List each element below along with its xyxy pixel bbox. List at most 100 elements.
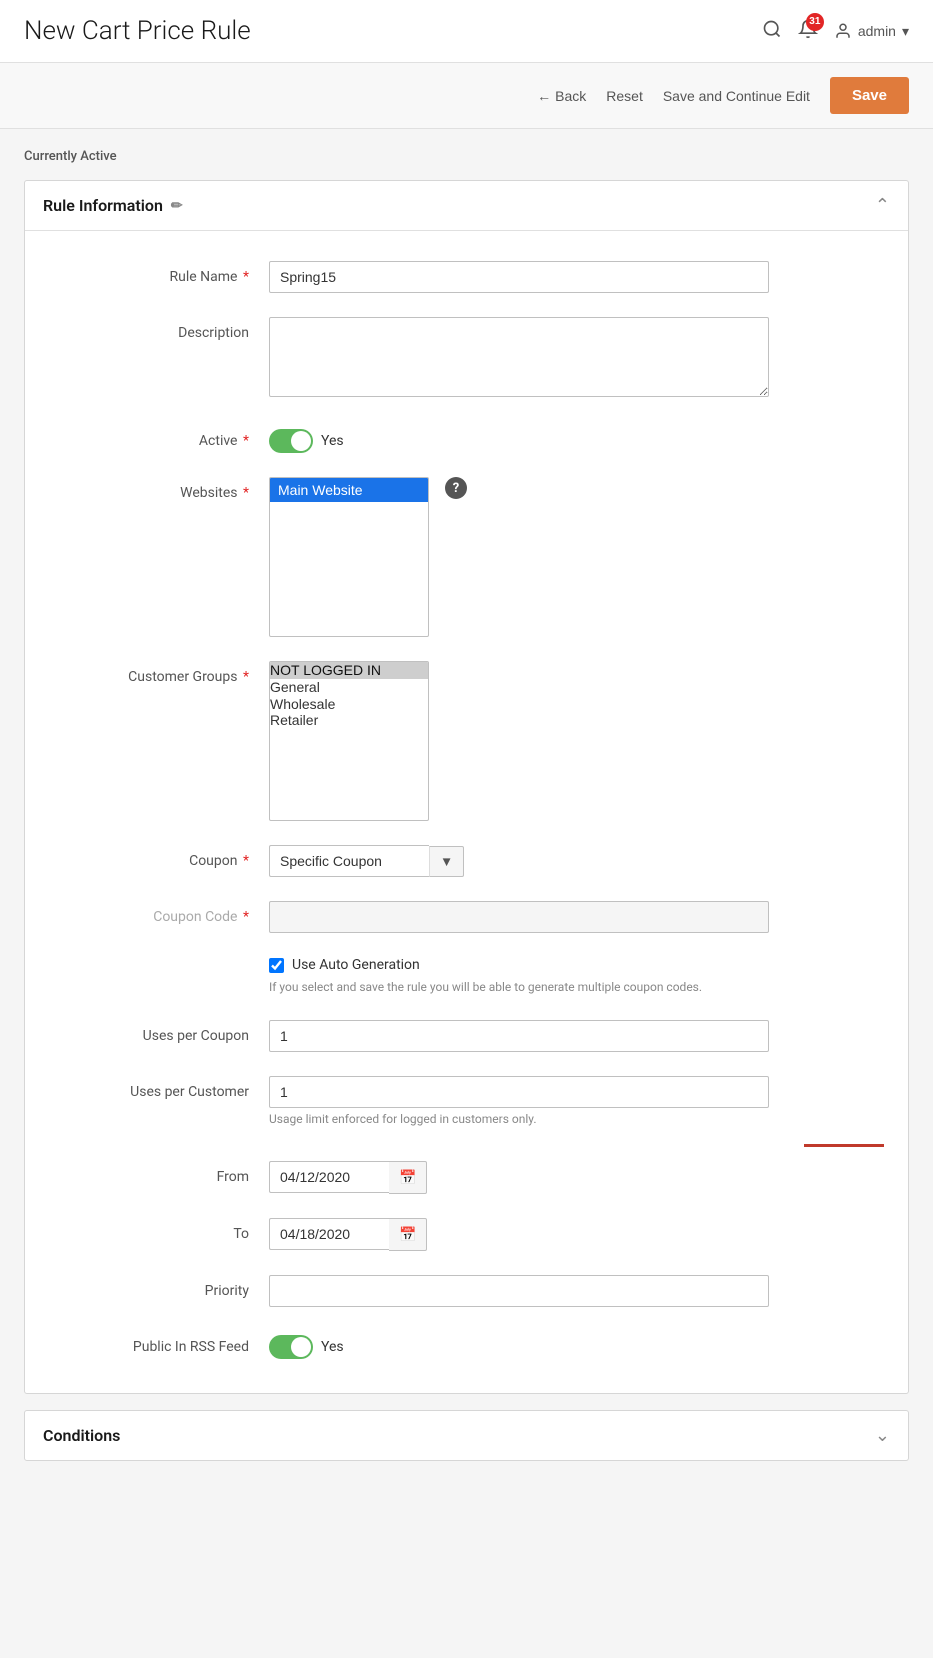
rule-name-control xyxy=(269,261,769,293)
status-bar: Currently Active xyxy=(24,149,909,164)
coupon-code-input[interactable] xyxy=(269,901,769,933)
uses-per-coupon-input[interactable] xyxy=(269,1020,769,1052)
to-control: 📅 xyxy=(269,1218,769,1251)
rule-name-required: * xyxy=(243,269,249,285)
auto-generation-control: Use Auto Generation If you select and sa… xyxy=(269,957,769,996)
active-toggle-wrap: Yes xyxy=(269,425,769,453)
description-control xyxy=(269,317,769,401)
conditions-header[interactable]: Conditions ⌄ xyxy=(25,1411,908,1460)
coupon-code-control xyxy=(269,901,769,933)
uses-per-customer-row: Uses per Customer Usage limit enforced f… xyxy=(25,1066,908,1136)
to-row: To 📅 xyxy=(25,1208,908,1261)
priority-label: Priority xyxy=(49,1275,269,1299)
to-date-input[interactable] xyxy=(269,1218,389,1250)
rss-toggle[interactable] xyxy=(269,1335,313,1359)
priority-input[interactable] xyxy=(269,1275,769,1307)
reset-button[interactable]: Reset xyxy=(606,88,643,104)
priority-row: Priority xyxy=(25,1265,908,1317)
user-dropdown-icon: ▾ xyxy=(902,23,909,40)
edit-icon[interactable]: ✏ xyxy=(171,198,183,214)
rss-label: Public In RSS Feed xyxy=(49,1331,269,1355)
usage-note: Usage limit enforced for logged in custo… xyxy=(269,1112,769,1126)
toggle-slider xyxy=(269,429,313,453)
uses-per-coupon-row: Uses per Coupon xyxy=(25,1010,908,1062)
form-body: Rule Name * Description Active xyxy=(25,231,908,1393)
description-textarea[interactable] xyxy=(269,317,769,397)
active-toggle[interactable] xyxy=(269,429,313,453)
from-calendar-button[interactable]: 📅 xyxy=(389,1161,427,1194)
page-title: New Cart Price Rule xyxy=(24,16,251,46)
search-button[interactable] xyxy=(762,19,782,44)
active-row: Active * Yes xyxy=(25,415,908,463)
websites-select[interactable]: Main Website xyxy=(269,477,429,637)
save-label: Save xyxy=(852,87,887,104)
coupon-row: Coupon * No Coupon Specific Coupon Auto … xyxy=(25,835,908,887)
status-text: Currently Active xyxy=(24,149,117,164)
save-continue-label: Save and Continue Edit xyxy=(663,88,810,104)
group-option-retailer: Retailer xyxy=(270,712,428,729)
rule-information-section: Rule Information ✏ ⌃ Rule Name * Descrip… xyxy=(24,180,909,1394)
coupon-select[interactable]: No Coupon Specific Coupon Auto xyxy=(269,845,429,877)
description-row: Description xyxy=(25,307,908,411)
websites-control: Main Website ? xyxy=(269,477,769,637)
collapse-icon[interactable]: ⌃ xyxy=(875,195,890,216)
group-option-not-logged-in: NOT LOGGED IN xyxy=(270,662,428,679)
save-continue-button[interactable]: Save and Continue Edit xyxy=(663,88,810,104)
header-icons: 31 admin ▾ xyxy=(762,19,909,44)
customer-groups-required: * xyxy=(243,669,249,685)
customer-groups-control: NOT LOGGED IN General Wholesale Retailer xyxy=(269,661,769,821)
coupon-dropdown-wrap: No Coupon Specific Coupon Auto ▼ xyxy=(269,845,769,877)
notification-button[interactable]: 31 xyxy=(798,19,818,44)
uses-per-customer-input[interactable] xyxy=(269,1076,769,1108)
user-name: admin xyxy=(858,23,896,39)
group-option-general: General xyxy=(270,679,428,696)
rss-toggle-wrap: Yes xyxy=(269,1331,769,1359)
coupon-dropdown-arrow[interactable]: ▼ xyxy=(429,846,464,877)
coupon-code-label: Coupon Code * xyxy=(49,901,269,925)
from-label: From xyxy=(49,1161,269,1185)
to-label: To xyxy=(49,1218,269,1242)
websites-help-icon[interactable]: ? xyxy=(445,477,467,499)
conditions-title: Conditions xyxy=(43,1426,120,1445)
back-arrow-icon: ← xyxy=(537,88,551,104)
page-header: New Cart Price Rule 31 admin ▾ xyxy=(0,0,933,63)
auto-generation-hint: If you select and save the rule you will… xyxy=(269,979,769,996)
active-toggle-label: Yes xyxy=(321,433,344,449)
rss-toggle-label: Yes xyxy=(321,1339,344,1355)
uses-per-customer-control: Usage limit enforced for logged in custo… xyxy=(269,1076,769,1126)
rule-name-label: Rule Name * xyxy=(49,261,269,285)
rule-name-input[interactable] xyxy=(269,261,769,293)
customer-groups-select[interactable]: NOT LOGGED IN General Wholesale Retailer xyxy=(269,661,429,821)
coupon-label: Coupon * xyxy=(49,845,269,869)
to-calendar-button[interactable]: 📅 xyxy=(389,1218,427,1251)
user-menu-button[interactable]: admin ▾ xyxy=(834,22,909,40)
rule-name-row: Rule Name * xyxy=(25,251,908,303)
back-button[interactable]: ← Back xyxy=(537,88,586,104)
active-label: Active * xyxy=(49,425,269,449)
rule-information-header[interactable]: Rule Information ✏ ⌃ xyxy=(25,181,908,231)
conditions-section: Conditions ⌄ xyxy=(24,1410,909,1461)
reset-label: Reset xyxy=(606,88,643,104)
auto-generation-checkbox-row: Use Auto Generation xyxy=(269,957,769,973)
coupon-code-required: * xyxy=(243,909,249,925)
from-control: 📅 xyxy=(269,1161,769,1194)
notification-badge: 31 xyxy=(806,13,824,31)
save-button[interactable]: Save xyxy=(830,77,909,114)
content: Currently Active Rule Information ✏ ⌃ Ru… xyxy=(0,129,933,1497)
websites-row: Websites * Main Website ? xyxy=(25,467,908,647)
active-control: Yes xyxy=(269,425,769,453)
uses-per-customer-label: Uses per Customer xyxy=(49,1076,269,1100)
website-option-main: Main Website xyxy=(270,478,428,502)
customer-groups-label: Customer Groups * xyxy=(49,661,269,685)
rss-row: Public In RSS Feed Yes xyxy=(25,1321,908,1369)
from-date-input[interactable] xyxy=(269,1161,389,1193)
to-date-wrap: 📅 xyxy=(269,1218,769,1251)
from-date-wrap: 📅 xyxy=(269,1161,769,1194)
conditions-collapse-icon[interactable]: ⌄ xyxy=(875,1425,890,1446)
scroll-indicator xyxy=(804,1144,884,1147)
websites-label: Websites * xyxy=(49,477,269,501)
back-label: Back xyxy=(555,88,586,104)
auto-generation-checkbox[interactable] xyxy=(269,958,284,973)
uses-per-coupon-control xyxy=(269,1020,769,1052)
customer-groups-row: Customer Groups * NOT LOGGED IN General … xyxy=(25,651,908,831)
